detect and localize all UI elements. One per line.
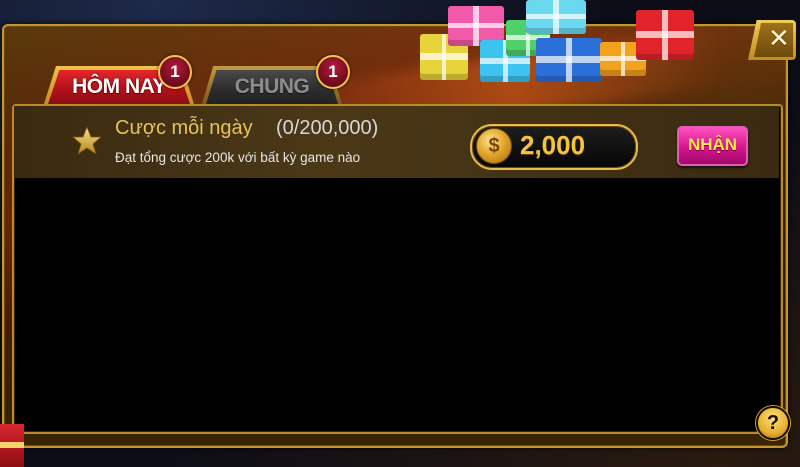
help-button[interactable]: ? [756,406,790,440]
tab-today-badge: 1 [158,55,192,89]
quest-progress: (0/200,000) [276,117,379,139]
star-icon [72,126,102,155]
coin-icon: $ [476,128,512,164]
gift-box-icon [636,10,694,60]
gift-box-icon [536,38,602,82]
tab-general-badge: 1 [316,55,350,89]
gift-boxes-decoration [410,0,700,90]
close-icon: ✕ [768,24,790,54]
quest-description: Đạt tổng cược 200k với bất kỳ game nào [115,150,361,165]
reward-amount: 2,000 [520,130,586,160]
gift-box-icon [0,424,24,467]
gift-box-icon [526,0,586,34]
claim-button[interactable]: NHẬN [677,126,748,166]
quest-title: Cược mỗi ngày [115,117,253,139]
